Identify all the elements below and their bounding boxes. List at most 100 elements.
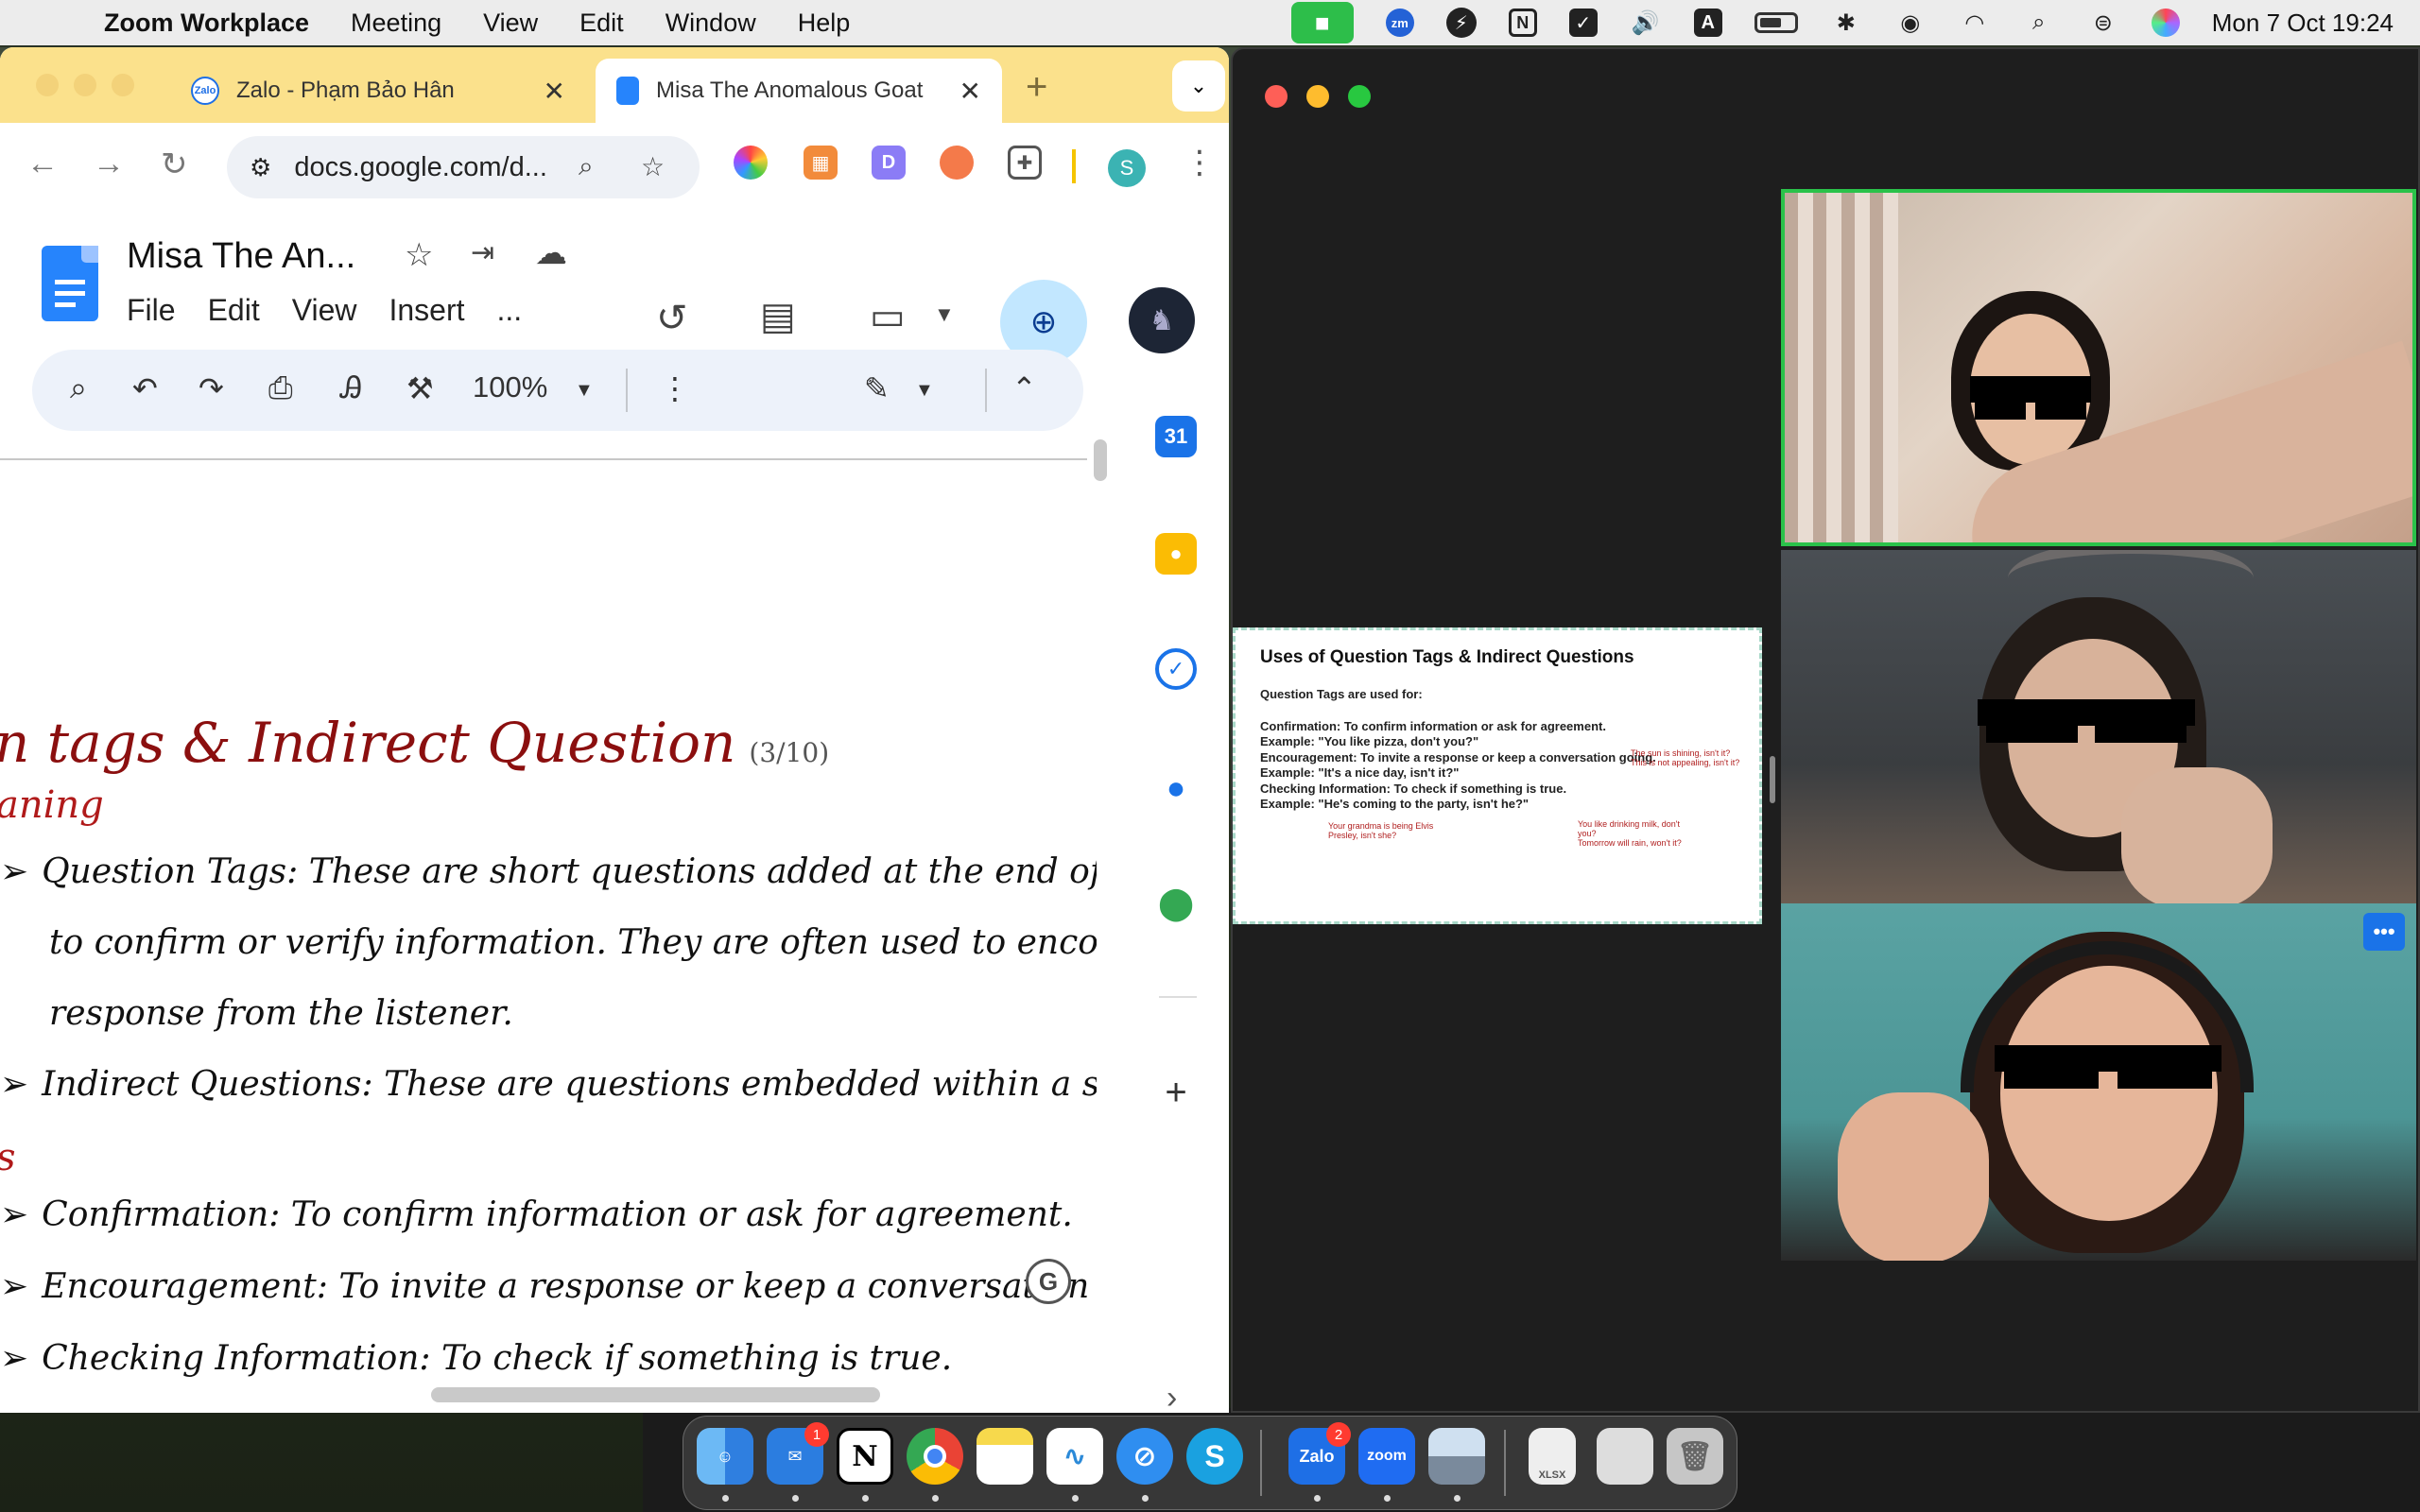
search-menus-icon[interactable]: ⌕: [70, 370, 87, 406]
reload-button[interactable]: ↻: [161, 146, 188, 183]
user-account-icon[interactable]: ◉: [1894, 7, 1927, 39]
forward-button[interactable]: →: [93, 146, 125, 182]
spotlight-search-icon[interactable]: ⌕: [2023, 7, 2055, 39]
menu-more[interactable]: ...: [497, 293, 523, 328]
comments-icon[interactable]: ▤: [760, 295, 796, 338]
extensions-puzzle-icon[interactable]: ✚: [1008, 146, 1042, 180]
close-window-button[interactable]: [1265, 85, 1288, 108]
menu-help[interactable]: Help: [798, 9, 851, 38]
editing-mode-pencil-icon[interactable]: ✎: [864, 370, 890, 406]
participant-video[interactable]: [1781, 550, 2416, 907]
maximize-window-button[interactable]: [1348, 85, 1371, 108]
minimize-window-button[interactable]: [74, 74, 96, 96]
video-more-options-button[interactable]: •••: [2363, 913, 2405, 951]
dock-zoom-icon[interactable]: zoom: [1358, 1428, 1415, 1485]
battery-icon[interactable]: [1754, 12, 1798, 33]
add-addon-icon[interactable]: +: [1155, 1072, 1197, 1113]
zoom-dropdown-icon[interactable]: ▼: [575, 380, 594, 402]
dock-mail-icon[interactable]: ✉ 1: [767, 1422, 829, 1485]
meet-camera-icon[interactable]: ▭: [870, 295, 906, 338]
dock-zalo-icon[interactable]: Zalo 2: [1288, 1422, 1351, 1485]
dock-freeform-icon[interactable]: ∿: [1046, 1428, 1103, 1485]
checkbox-app-icon[interactable]: ✓: [1568, 9, 1598, 37]
extension-orange-icon[interactable]: ▦: [804, 146, 838, 180]
tab-search-chevron-icon[interactable]: ⌄: [1172, 60, 1225, 112]
resize-handle[interactable]: [1770, 756, 1775, 803]
dock-skype-icon[interactable]: S: [1186, 1428, 1243, 1485]
app-name-menu[interactable]: Zoom Workplace: [104, 9, 309, 38]
dock-stack-icon[interactable]: [1597, 1428, 1653, 1485]
participant-video[interactable]: [1781, 903, 2416, 1261]
tab-google-doc[interactable]: Misa The Anomalous Goat ✕: [596, 59, 1002, 123]
shared-screen-thumbnail[interactable]: Uses of Question Tags & Indirect Questio…: [1233, 627, 1762, 924]
menu-view[interactable]: View: [292, 293, 357, 328]
input-source-icon[interactable]: A: [1693, 9, 1722, 37]
menu-insert[interactable]: Insert: [389, 293, 464, 328]
grammarly-button[interactable]: G: [1026, 1259, 1071, 1304]
chrome-menu-icon[interactable]: ⋮: [1184, 144, 1216, 181]
tasks-icon[interactable]: ✓: [1155, 648, 1197, 690]
calendar-icon[interactable]: 31: [1155, 416, 1197, 457]
document-page[interactable]: n tags & Indirect Question (3/10) aning ➢…: [0, 507, 1097, 1413]
menu-edit[interactable]: Edit: [208, 293, 260, 328]
close-tab-icon[interactable]: ✕: [544, 76, 565, 107]
print-icon[interactable]: ⎙: [268, 370, 293, 406]
wifi-icon[interactable]: ◠: [1959, 7, 1991, 39]
zoom-menu-icon[interactable]: zm: [1385, 9, 1414, 37]
move-folder-icon[interactable]: ⇥: [471, 236, 494, 269]
new-tab-button[interactable]: +: [1026, 66, 1047, 109]
site-info-icon[interactable]: ⚙: [250, 153, 271, 182]
clock[interactable]: Mon 7 Oct 19:24: [2212, 9, 2394, 38]
spellcheck-icon[interactable]: Ꭿ: [340, 370, 362, 406]
address-bar[interactable]: ⚙ docs.google.com/d... ⌕ ☆: [227, 136, 700, 198]
menu-window[interactable]: Window: [666, 9, 756, 38]
keep-icon[interactable]: ●: [1155, 533, 1197, 575]
notion-menu-icon[interactable]: N: [1508, 9, 1537, 37]
volume-icon[interactable]: 🔊: [1630, 7, 1662, 39]
menu-view[interactable]: View: [483, 9, 538, 38]
extension-circle-icon[interactable]: [940, 146, 974, 180]
menu-meeting[interactable]: Meeting: [351, 9, 441, 38]
version-history-icon[interactable]: ↺: [656, 297, 688, 340]
horizontal-scrollbar[interactable]: [431, 1387, 880, 1402]
dock-safari-icon[interactable]: ⊘: [1116, 1428, 1173, 1485]
siri-icon[interactable]: [2151, 9, 2180, 37]
participant-video-active-speaker[interactable]: [1781, 189, 2416, 546]
dock-trash-icon[interactable]: 🗑: [1667, 1428, 1723, 1485]
paint-format-icon[interactable]: ⚒: [406, 370, 434, 406]
menu-edit[interactable]: Edit: [579, 9, 624, 38]
meet-dropdown-icon[interactable]: ▼: [934, 302, 955, 327]
expand-side-panel-icon[interactable]: ›: [1167, 1380, 1177, 1413]
editing-mode-dropdown-icon[interactable]: ▼: [915, 380, 934, 402]
back-button[interactable]: ←: [26, 146, 59, 182]
close-window-button[interactable]: [36, 74, 59, 96]
star-icon[interactable]: ☆: [405, 236, 433, 274]
extension-d-icon[interactable]: D: [872, 146, 906, 180]
menu-file[interactable]: File: [127, 293, 176, 328]
maximize-window-button[interactable]: [112, 74, 134, 96]
maps-icon[interactable]: ⬤: [1155, 883, 1197, 924]
bolt-icon[interactable]: ⚡: [1445, 8, 1477, 38]
bookmark-star-icon[interactable]: ☆: [641, 151, 665, 182]
zoom-select[interactable]: 100%: [473, 370, 547, 404]
zoom-video-status-icon[interactable]: ■: [1290, 2, 1354, 43]
color-picker-extension-icon[interactable]: [734, 146, 768, 180]
profile-avatar[interactable]: S: [1108, 149, 1146, 187]
url-text[interactable]: docs.google.com/d...: [294, 152, 547, 183]
docs-logo-icon[interactable]: [42, 246, 98, 321]
dock-notes-icon[interactable]: [977, 1428, 1033, 1485]
control-center-icon[interactable]: ⊜: [2087, 7, 2119, 39]
more-tools-icon[interactable]: ⋮: [660, 370, 690, 406]
cloud-status-icon[interactable]: ☁: [535, 234, 567, 272]
zoom-magnifier-icon[interactable]: ⌕: [579, 151, 594, 182]
undo-icon[interactable]: ↶: [132, 370, 158, 406]
dock-preview-icon[interactable]: [1428, 1428, 1485, 1485]
minimize-window-button[interactable]: [1306, 85, 1329, 108]
account-avatar[interactable]: ♞: [1129, 287, 1195, 353]
tab-zalo[interactable]: Zalo Zalo - Phạm Bảo Hân ✕: [170, 59, 586, 123]
contacts-icon[interactable]: ●: [1155, 767, 1197, 809]
dock-xlsx-file-icon[interactable]: XLSX: [1529, 1428, 1576, 1485]
hide-menus-chevron-icon[interactable]: ⌃: [1011, 370, 1037, 406]
document-title[interactable]: Misa The An...: [127, 236, 355, 277]
dock-finder-icon[interactable]: ☺: [697, 1428, 753, 1485]
